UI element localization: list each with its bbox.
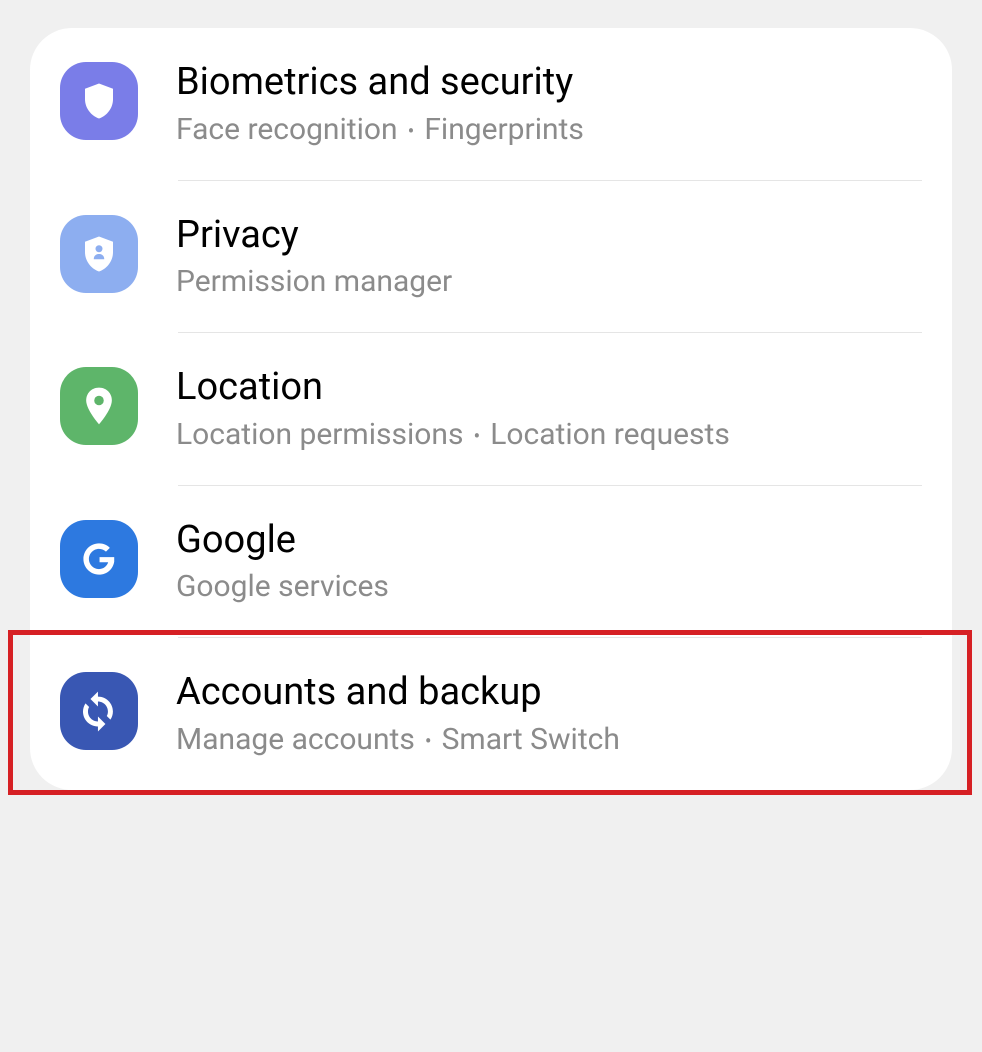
settings-item-title: Google <box>176 518 389 564</box>
subtitle-part: Location permissions <box>176 417 463 452</box>
settings-item-subtitle: Permission manager <box>176 264 452 300</box>
settings-item-title: Location <box>176 365 730 411</box>
shield-icon <box>60 62 138 140</box>
settings-item-subtitle: Manage accounts • Smart Switch <box>176 722 620 758</box>
subtitle-part: Fingerprints <box>424 112 584 147</box>
separator-icon: • <box>408 119 415 143</box>
settings-item-subtitle: Google services <box>176 569 389 605</box>
subtitle-part: Permission manager <box>176 264 452 299</box>
subtitle-part: Google services <box>176 569 389 604</box>
settings-item-text: Accounts and backup Manage accounts • Smar… <box>176 670 620 758</box>
settings-item-subtitle: Face recognition • Fingerprints <box>176 112 584 148</box>
subtitle-part: Manage accounts <box>176 722 415 757</box>
settings-item-location[interactable]: Location Location permissions • Location r… <box>30 333 952 485</box>
subtitle-part: Smart Switch <box>442 722 620 757</box>
location-pin-icon <box>60 367 138 445</box>
settings-item-title: Accounts and backup <box>176 670 620 716</box>
settings-item-title: Privacy <box>176 213 452 259</box>
settings-item-subtitle: Location permissions • Location requests <box>176 417 730 453</box>
settings-item-privacy[interactable]: Privacy Permission manager <box>30 181 952 333</box>
separator-icon: • <box>473 424 480 448</box>
settings-item-text: Biometrics and security Face recognition… <box>176 60 584 148</box>
settings-item-google[interactable]: Google Google services <box>30 486 952 638</box>
settings-item-text: Google Google services <box>176 518 389 606</box>
google-g-icon <box>60 520 138 598</box>
settings-item-title: Biometrics and security <box>176 60 584 106</box>
separator-icon: • <box>425 729 432 753</box>
privacy-shield-icon <box>60 215 138 293</box>
settings-item-biometrics[interactable]: Biometrics and security Face recognition… <box>30 28 952 180</box>
settings-panel: Biometrics and security Face recognition… <box>30 28 952 790</box>
subtitle-part: Location requests <box>490 417 730 452</box>
settings-item-accounts[interactable]: Accounts and backup Manage accounts • Smar… <box>30 638 952 790</box>
settings-item-text: Privacy Permission manager <box>176 213 452 301</box>
settings-item-text: Location Location permissions • Location r… <box>176 365 730 453</box>
subtitle-part: Face recognition <box>176 112 398 147</box>
sync-icon <box>60 672 138 750</box>
